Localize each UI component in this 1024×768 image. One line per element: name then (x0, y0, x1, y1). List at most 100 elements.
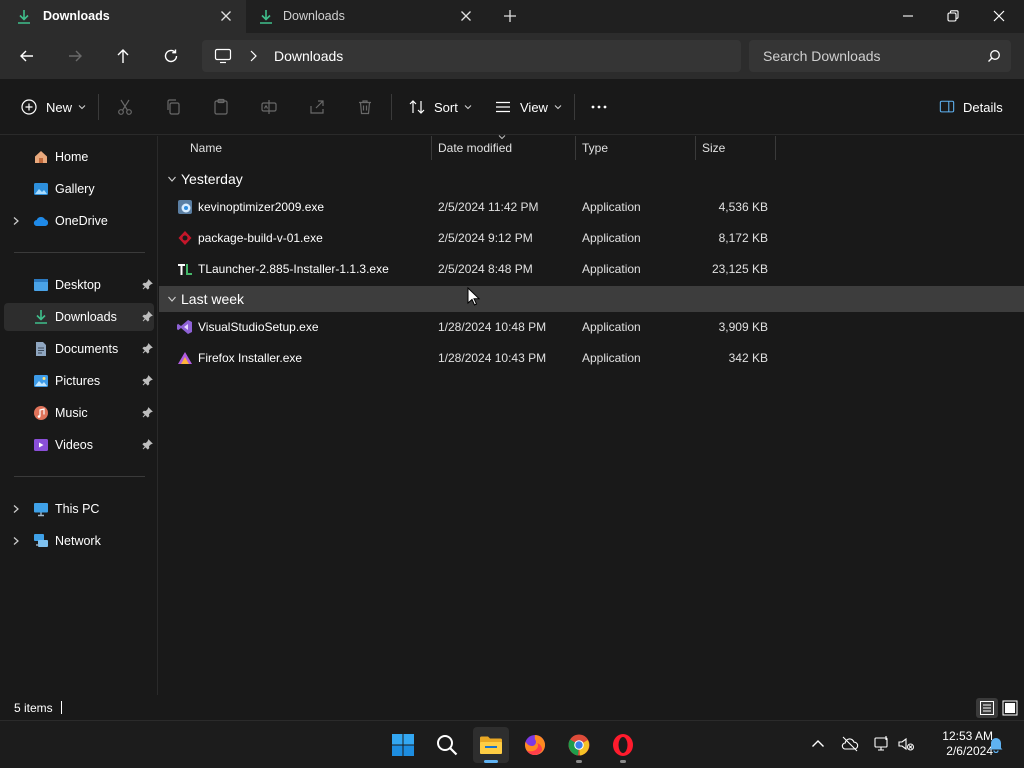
sidebar-item-pictures[interactable]: Pictures (4, 367, 154, 395)
chevron-right-icon[interactable] (11, 504, 21, 514)
taskbar-firefox[interactable] (517, 727, 553, 763)
chevron-right-icon[interactable] (247, 49, 259, 63)
sidebar-item-label: Gallery (55, 182, 95, 196)
start-button[interactable] (385, 727, 421, 763)
pin-icon[interactable] (142, 375, 153, 386)
minimize-icon[interactable] (898, 6, 918, 26)
network-status-icon[interactable] (873, 735, 891, 753)
home-icon (35, 151, 47, 163)
sidebar-item-videos[interactable]: Videos (4, 431, 154, 459)
sidebar-item-home[interactable]: Home (4, 143, 154, 171)
share-icon[interactable] (308, 98, 326, 116)
details-label: Details (963, 99, 1003, 115)
paste-icon[interactable] (212, 98, 230, 116)
pin-icon[interactable] (142, 279, 153, 290)
tab-downloads-active[interactable]: Downloads (0, 0, 246, 33)
details-button[interactable]: Details (939, 97, 1003, 117)
cut-icon[interactable] (116, 98, 134, 116)
file-date-modified: 1/28/2024 10:48 PM (438, 320, 547, 334)
sort-button[interactable]: Sort (408, 97, 472, 117)
taskbar-opera[interactable] (605, 727, 641, 763)
more-options-icon[interactable] (590, 98, 608, 116)
taskbar-file-explorer[interactable] (473, 727, 509, 763)
view-label: View (520, 99, 548, 115)
rename-icon[interactable] (260, 98, 278, 116)
table-row[interactable]: Firefox Installer.exe 1/28/2024 10:43 PM… (159, 343, 1024, 373)
onedrive-offline-icon[interactable] (841, 735, 859, 753)
sort-descending-indicator-icon (498, 135, 506, 140)
sidebar-item-music[interactable]: Music (4, 399, 154, 427)
group-header-last-week[interactable]: Last week (159, 286, 1024, 312)
table-row[interactable]: TLauncher-2.885-Installer-1.1.3.exe 2/5/… (159, 254, 1024, 284)
volume-muted-icon[interactable] (897, 735, 915, 753)
pin-icon[interactable] (142, 407, 153, 418)
sidebar-item-documents[interactable]: Documents (4, 335, 154, 363)
column-header-date-modified[interactable]: Date modified (432, 135, 575, 160)
sidebar-item-this-pc[interactable]: This PC (4, 495, 154, 523)
search-box[interactable]: Search Downloads (749, 40, 1011, 72)
forward-arrow-icon[interactable] (66, 47, 84, 65)
show-hidden-icons-chevron-icon[interactable] (809, 735, 827, 753)
sidebar-item-network[interactable]: Network (4, 527, 154, 555)
gallery-icon (34, 183, 48, 195)
chevron-down-icon[interactable] (167, 174, 177, 184)
sort-label: Sort (434, 99, 458, 115)
sidebar-item-downloads[interactable]: Downloads (4, 303, 154, 331)
breadcrumb-downloads[interactable]: Downloads (274, 48, 343, 64)
restore-icon[interactable] (943, 6, 963, 26)
plus-circle-icon (21, 99, 37, 115)
pin-icon[interactable] (142, 439, 153, 450)
details-view-button[interactable] (976, 698, 998, 718)
file-type: Application (582, 200, 641, 214)
close-icon[interactable] (218, 8, 234, 24)
clock-date: 2/6/2024 (946, 744, 993, 758)
tab-downloads[interactable]: Downloads (248, 0, 486, 33)
chevron-right-icon[interactable] (11, 216, 21, 226)
group-header-yesterday[interactable]: Yesterday (159, 166, 1024, 192)
table-row[interactable]: VisualStudioSetup.exe 1/28/2024 10:48 PM… (159, 312, 1024, 342)
search-icon (437, 735, 458, 756)
up-arrow-icon[interactable] (114, 47, 132, 65)
refresh-icon[interactable] (162, 47, 180, 65)
sidebar-item-gallery[interactable]: Gallery (4, 175, 154, 203)
file-size: 342 KB (728, 351, 768, 365)
column-divider[interactable] (775, 136, 776, 160)
running-app-indicator (576, 760, 582, 763)
column-header-size[interactable]: Size (696, 136, 775, 160)
pin-icon[interactable] (142, 343, 153, 354)
monitor-icon[interactable] (214, 48, 232, 64)
pin-icon[interactable] (142, 311, 153, 322)
close-icon[interactable] (458, 8, 474, 24)
videos-icon (34, 439, 48, 451)
address-bar[interactable]: Downloads (202, 40, 741, 72)
back-arrow-icon[interactable] (18, 47, 36, 65)
search-icon[interactable] (987, 49, 1001, 63)
sidebar-item-desktop[interactable]: Desktop (4, 271, 154, 299)
delete-icon[interactable] (356, 98, 374, 116)
tiles-view-icon[interactable] (1000, 698, 1020, 718)
new-button[interactable]: New (20, 97, 86, 117)
sidebar-item-label: Music (55, 406, 88, 420)
details-pane-icon (939, 100, 955, 113)
view-button[interactable]: View (494, 97, 562, 117)
search-input[interactable]: Search Downloads (763, 48, 881, 64)
file-name: TLauncher-2.885-Installer-1.1.3.exe (198, 262, 389, 276)
chevron-right-icon[interactable] (11, 536, 21, 546)
table-row[interactable]: package-build-v-01.exe 2/5/2024 9:12 PM … (159, 223, 1024, 253)
notification-bell-icon[interactable] (987, 735, 1005, 753)
taskbar-chrome[interactable] (561, 727, 597, 763)
window-close-icon[interactable] (989, 6, 1009, 26)
onedrive-icon (33, 216, 49, 227)
downloads-icon (35, 310, 47, 324)
chevron-down-icon[interactable] (167, 294, 177, 304)
column-header-name[interactable]: Name (184, 136, 431, 160)
desktop-icon (34, 279, 48, 291)
column-header-type[interactable]: Type (576, 136, 695, 160)
new-tab-plus-icon[interactable] (502, 8, 518, 24)
copy-icon[interactable] (164, 98, 182, 116)
group-label: Yesterday (181, 171, 243, 187)
sidebar-item-onedrive[interactable]: OneDrive (4, 207, 154, 235)
table-row[interactable]: kevinoptimizer2009.exe 2/5/2024 11:42 PM… (159, 192, 1024, 222)
taskbar-search-button[interactable] (429, 727, 465, 763)
system-clock[interactable]: 12:53 AM 2/6/2024 (918, 729, 993, 759)
